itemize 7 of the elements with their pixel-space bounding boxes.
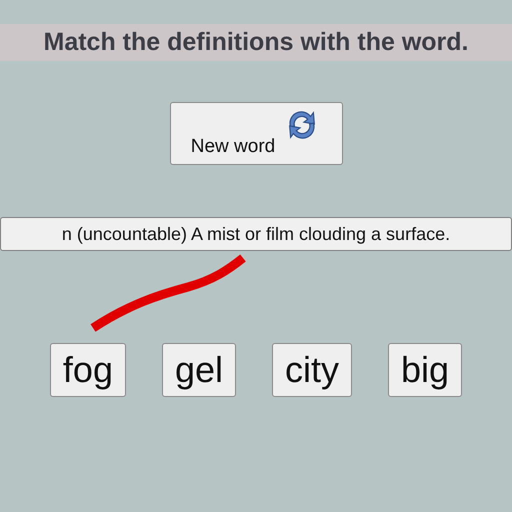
word-button[interactable]: city (272, 343, 352, 397)
new-word-button[interactable]: New word (170, 102, 342, 165)
word-button[interactable]: gel (162, 343, 236, 397)
word-button[interactable]: big (388, 343, 462, 397)
definition-card[interactable]: n (uncountable) A mist or film clouding a surface. (0, 217, 512, 251)
word-button[interactable]: fog (50, 343, 126, 397)
page-title: Match the definitions with the word. (0, 24, 512, 61)
